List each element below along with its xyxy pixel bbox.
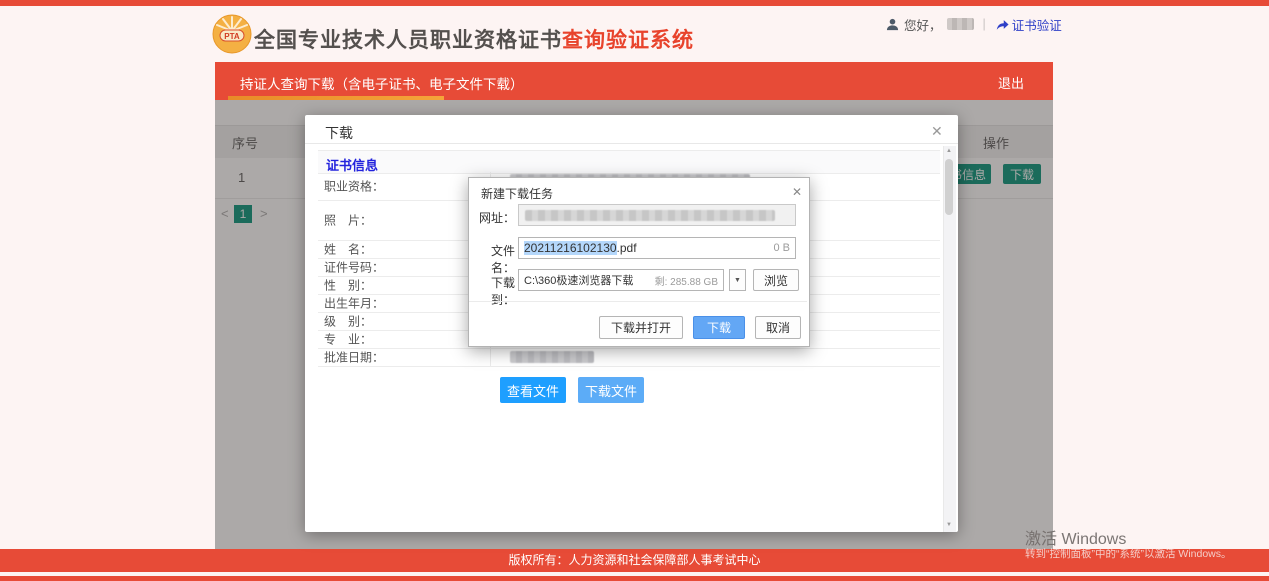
bottom-red-strip — [0, 576, 1269, 581]
download-file-button[interactable]: 下载文件 — [578, 377, 644, 403]
new-download-task-dialog: 新建下载任务 ✕ 网址： 文件名： 20211216102130 .pdf 0 … — [468, 177, 810, 347]
file-size: 0 B — [773, 242, 790, 254]
modal-close-icon[interactable]: ✕ — [927, 121, 947, 142]
site-title: 全国专业技术人员职业资格证书查询验证系统 — [254, 24, 694, 54]
dialog-download-button[interactable]: 下载 — [693, 316, 745, 339]
dialog-close-icon[interactable]: ✕ — [789, 183, 805, 201]
label-level: 级 别： — [324, 313, 372, 330]
modal-header-divider — [305, 143, 958, 144]
filename-selected-text: 20211216102130 — [524, 241, 617, 255]
filename-label: 文件名： — [475, 242, 515, 276]
label-approve-date: 批准日期： — [324, 349, 384, 366]
dialog-title: 新建下载任务 — [481, 185, 553, 202]
page: PTA 全国专业技术人员职业资格证书查询验证系统 您好， | 证书验证 持证人查… — [0, 0, 1269, 581]
label-qualification: 职业资格： — [324, 178, 384, 195]
filename-input[interactable]: 20211216102130 .pdf 0 B — [518, 237, 796, 259]
free-space: 剩: 285.88 GB — [655, 273, 718, 288]
label-major: 专 业： — [324, 331, 372, 348]
caret-down-icon: ▼ — [734, 277, 741, 284]
label-id-number: 证件号码： — [324, 259, 384, 276]
dialog-divider — [469, 301, 807, 302]
scrollbar-thumb[interactable] — [945, 159, 953, 215]
download-and-open-button[interactable]: 下载并打开 — [599, 316, 683, 339]
label-birth: 出生年月： — [324, 295, 384, 312]
scrollbar-down-icon[interactable]: ▼ — [944, 522, 954, 528]
cert-verify-label: 证书验证 — [1012, 15, 1062, 34]
label-gender: 性 别： — [324, 277, 372, 294]
windows-activation-watermark-line2: 转到“控制面板”中的“系统”以激活 Windows。 — [1025, 546, 1232, 561]
saveto-dropdown-button[interactable]: ▼ — [729, 269, 746, 291]
svg-text:PTA: PTA — [224, 32, 240, 41]
label-photo: 照 片： — [324, 212, 372, 229]
cert-verify-link[interactable]: 证书验证 — [995, 15, 1062, 34]
tab-holder-query-download[interactable]: 持证人查询下载（含电子证书、电子文件下载） — [240, 73, 524, 93]
filename-extension: .pdf — [617, 241, 637, 255]
view-file-button[interactable]: 查看文件 — [500, 377, 566, 403]
saveto-path: C:\360极速浏览器下载 — [524, 272, 633, 288]
topbar-divider: | — [979, 17, 990, 31]
label-name: 姓 名： — [324, 241, 372, 258]
browse-button[interactable]: 浏览 — [753, 269, 799, 291]
site-title-accent: 查询验证系统 — [562, 29, 694, 52]
topbar-user-area: 您好， | 证书验证 — [886, 16, 1062, 32]
site-title-main: 全国专业技术人员职业资格证书 — [254, 29, 562, 52]
user-name-redacted — [947, 18, 974, 30]
field-row-approve-date: 批准日期： — [318, 348, 940, 367]
modal-title: 下载 — [325, 123, 353, 143]
url-label: 网址： — [475, 209, 515, 226]
top-red-strip — [0, 0, 1269, 6]
scrollbar-up-icon[interactable]: ▲ — [944, 148, 954, 154]
saveto-label: 下载到： — [475, 274, 515, 308]
logout-button[interactable]: 退出 — [998, 73, 1024, 92]
pta-logo-icon: PTA — [212, 14, 252, 54]
saveto-input[interactable]: C:\360极速浏览器下载 剩: 285.88 GB — [518, 269, 724, 291]
approve-date-value-redacted — [510, 351, 594, 363]
dialog-cancel-button[interactable]: 取消 — [755, 316, 801, 339]
url-input[interactable] — [518, 204, 796, 226]
greeting-text: 您好， — [904, 15, 942, 34]
url-value-redacted — [525, 210, 775, 221]
share-arrow-icon — [995, 18, 1009, 31]
cert-info-section-row: 证书信息 — [318, 150, 940, 174]
user-icon — [886, 18, 899, 31]
